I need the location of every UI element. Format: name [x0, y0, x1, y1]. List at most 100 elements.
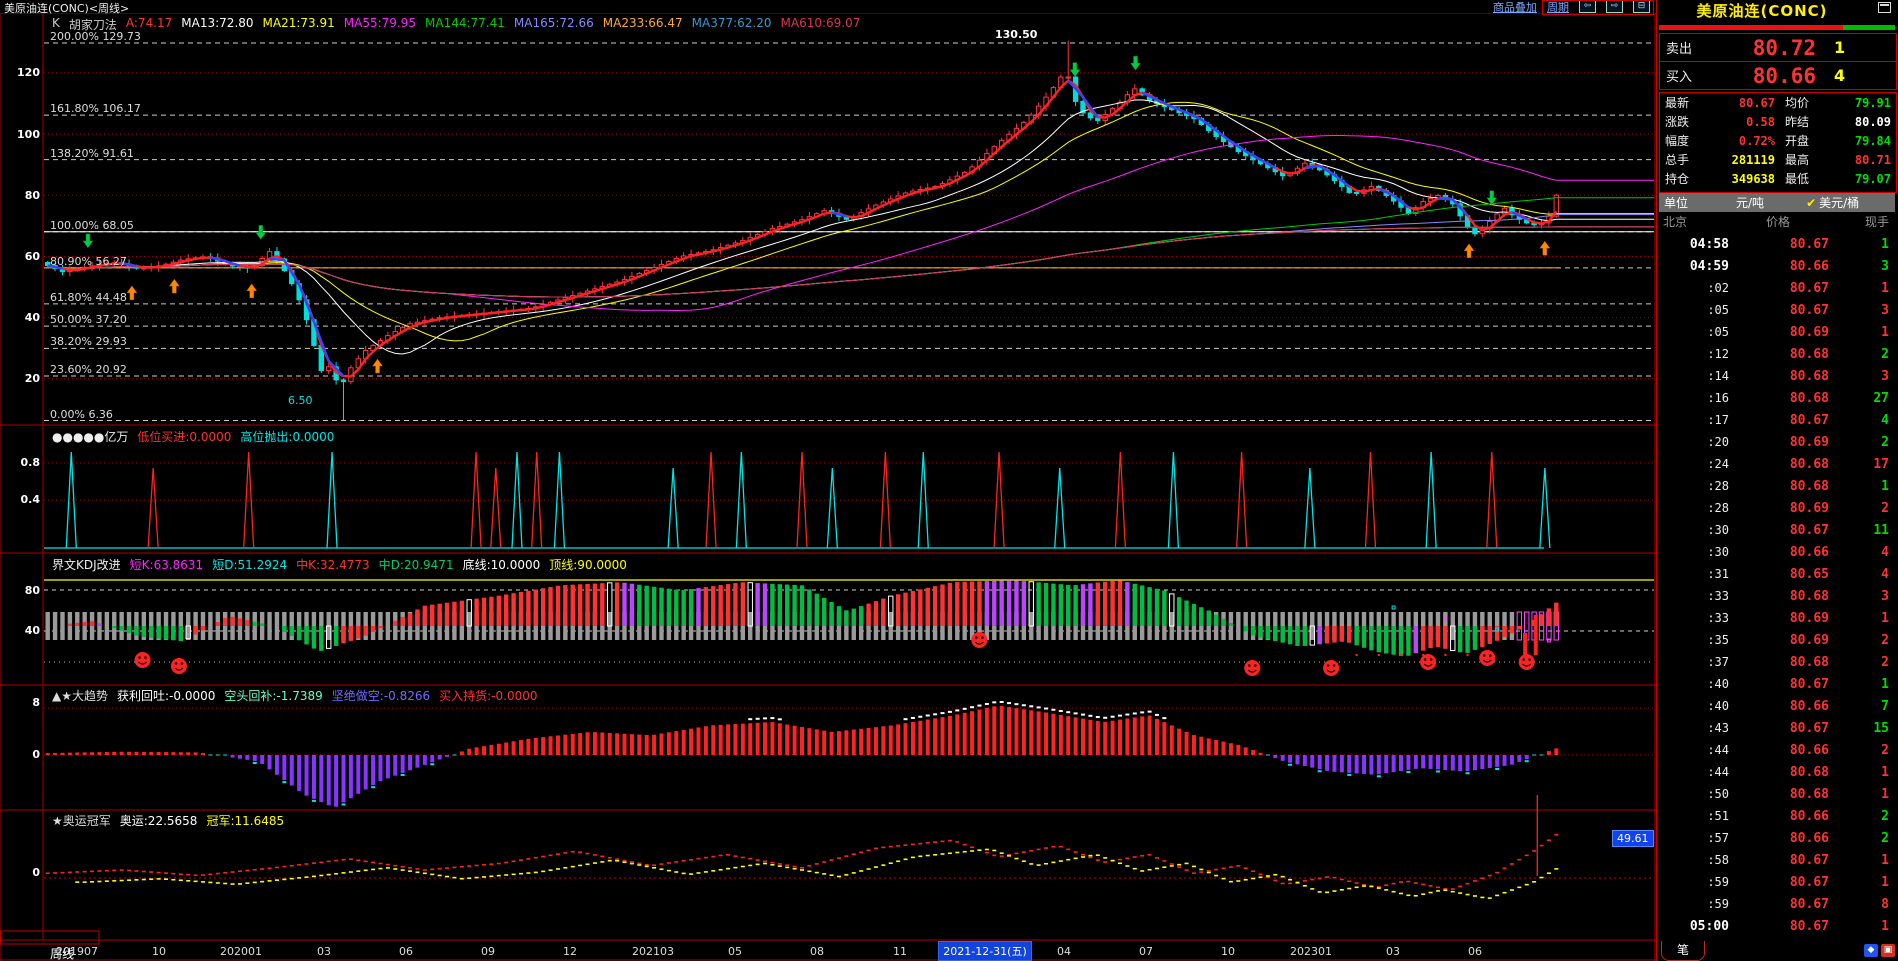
tick-qty: 4 [1829, 413, 1889, 428]
tick-time: :02 [1659, 281, 1729, 295]
tick-qty: 1 [1829, 677, 1889, 692]
tick-tab[interactable]: 笔 [1661, 941, 1705, 961]
tick-row[interactable]: :3180.654 [1659, 563, 1895, 585]
tick-row[interactable]: :5980.671 [1659, 871, 1895, 893]
smiley-face-icon [1244, 660, 1260, 676]
stat-row: 持仓349638最低79.07 [1660, 169, 1896, 188]
next-arrow-icon[interactable]: ⇨ [1606, 0, 1623, 13]
stat-row: 总手281119最高80.71 [1660, 150, 1896, 169]
tick-time: :31 [1659, 567, 1729, 581]
col-beijing: 北京 [1663, 213, 1723, 231]
tick-row[interactable]: :2880.681 [1659, 475, 1895, 497]
tick-row[interactable]: :0580.691 [1659, 321, 1895, 343]
trend-panel [44, 701, 1654, 807]
tick-row[interactable]: :3080.664 [1659, 541, 1895, 563]
tick-row[interactable]: :5080.681 [1659, 783, 1895, 805]
tick-price: 80.66 [1729, 743, 1829, 758]
tick-row[interactable]: 05:0080.671 [1659, 915, 1895, 937]
ask-qty: 1 [1834, 38, 1845, 57]
tick-row[interactable]: :4480.681 [1659, 761, 1895, 783]
tick-row[interactable]: :5180.662 [1659, 805, 1895, 827]
tick-row[interactable]: :1480.683 [1659, 365, 1895, 387]
tick-row[interactable]: :0280.671 [1659, 277, 1895, 299]
tick-list[interactable]: 04:5880.67104:5980.663:0280.671:0580.673… [1659, 233, 1895, 937]
panel-borders [0, 0, 1656, 961]
tick-price: 80.68 [1729, 347, 1829, 362]
split-view-icon[interactable]: ⊟ [1633, 0, 1650, 13]
tick-row[interactable]: 04:5980.663 [1659, 255, 1895, 277]
tick-row[interactable]: :3080.6711 [1659, 519, 1895, 541]
tick-row[interactable]: :4380.6715 [1659, 717, 1895, 739]
tick-row[interactable]: :4080.671 [1659, 673, 1895, 695]
olympic-value-tag: 49.61 [1612, 830, 1654, 847]
tick-row[interactable]: :5780.662 [1659, 827, 1895, 849]
tick-price: 80.66 [1729, 545, 1829, 560]
period-label[interactable]: 周线 [50, 945, 74, 961]
unit-usd[interactable]: 美元/桶 [1819, 194, 1859, 211]
period-button[interactable]: 周期 [1547, 0, 1569, 15]
yiwan-panel [44, 452, 1654, 548]
tick-qty: 1 [1829, 787, 1889, 802]
status-icon-red[interactable]: ▣ [1881, 944, 1895, 957]
stat-label: 均价 [1785, 94, 1819, 111]
tick-price: 80.69 [1729, 501, 1829, 516]
tick-row[interactable]: :1280.682 [1659, 343, 1895, 365]
tick-row[interactable]: :3780.682 [1659, 651, 1895, 673]
tick-price: 80.67 [1729, 303, 1829, 318]
tick-price: 80.68 [1729, 457, 1829, 472]
tick-row[interactable]: :2480.6817 [1659, 453, 1895, 475]
tick-time: :44 [1659, 765, 1729, 779]
stat-label: 持仓 [1665, 170, 1699, 187]
stat-row: 幅度0.72%开盘79.84 [1660, 131, 1896, 150]
tick-qty: 3 [1829, 259, 1889, 274]
tick-row[interactable]: :0580.673 [1659, 299, 1895, 321]
tick-row[interactable]: :2880.692 [1659, 497, 1895, 519]
tick-time: :43 [1659, 721, 1729, 735]
stat-row: 最新80.67均价79.91 [1660, 93, 1896, 112]
tick-qty: 3 [1829, 303, 1889, 318]
tick-row[interactable]: :4080.667 [1659, 695, 1895, 717]
tick-row[interactable]: :1680.6827 [1659, 387, 1895, 409]
tick-qty: 1 [1829, 237, 1889, 252]
restore-window-icon[interactable] [1878, 2, 1891, 13]
unit-cny[interactable]: 元/吨 [1736, 194, 1764, 211]
kline-chart-canvas[interactable] [0, 0, 1656, 961]
status-icon-blue[interactable]: ◆ [1864, 944, 1878, 957]
tick-time: :30 [1659, 545, 1729, 559]
tick-time: :24 [1659, 457, 1729, 471]
prev-arrow-icon[interactable]: ⇦ [1579, 0, 1596, 13]
tick-qty: 4 [1829, 567, 1889, 582]
stat-value: 349638 [1699, 172, 1775, 186]
tick-row[interactable]: :3580.692 [1659, 629, 1895, 651]
tick-row[interactable]: :5980.678 [1659, 893, 1895, 915]
tick-price: 80.67 [1729, 897, 1829, 912]
buy-arrow-icon [247, 284, 257, 298]
tick-row[interactable]: :3380.683 [1659, 585, 1895, 607]
tick-time: :33 [1659, 589, 1729, 603]
tick-row[interactable]: 04:5880.671 [1659, 233, 1895, 255]
tick-qty: 2 [1829, 743, 1889, 758]
bid-row[interactable]: 买入 80.66 4 [1659, 61, 1897, 90]
tick-row[interactable]: :3380.691 [1659, 607, 1895, 629]
tick-time: :40 [1659, 699, 1729, 713]
col-price: 价格 [1723, 213, 1833, 231]
tick-time: :40 [1659, 677, 1729, 691]
sell-arrow-icon [83, 234, 93, 248]
tick-price: 80.69 [1729, 435, 1829, 450]
smiley-face-icon [171, 658, 187, 674]
tick-price: 80.67 [1729, 919, 1829, 934]
tick-row[interactable]: :4480.662 [1659, 739, 1895, 761]
tick-time: :35 [1659, 633, 1729, 647]
unit-toggle-row[interactable]: 单位 元/吨 ✔ 美元/桶 [1659, 193, 1895, 212]
tick-qty: 17 [1829, 457, 1889, 472]
tick-qty: 1 [1829, 325, 1889, 340]
stat-label: 最新 [1665, 94, 1699, 111]
tick-row[interactable]: :2080.692 [1659, 431, 1895, 453]
overlay-commodity-button[interactable]: 商品叠加 [1493, 0, 1537, 15]
tick-row[interactable]: :1780.674 [1659, 409, 1895, 431]
ask-row[interactable]: 卖出 80.72 1 [1659, 33, 1897, 62]
tick-qty: 2 [1829, 809, 1889, 824]
tick-qty: 2 [1829, 347, 1889, 362]
tick-row[interactable]: :5880.671 [1659, 849, 1895, 871]
tick-time: :28 [1659, 479, 1729, 493]
